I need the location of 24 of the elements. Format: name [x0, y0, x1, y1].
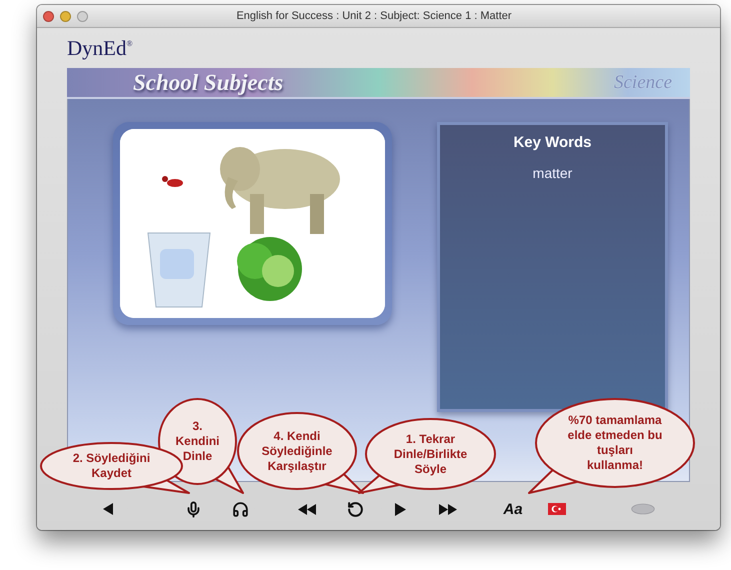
minimize-button[interactable] [60, 10, 71, 22]
key-word: matter [532, 165, 572, 181]
rewind-icon [298, 504, 316, 514]
oval-icon [631, 501, 655, 517]
close-button[interactable] [43, 10, 54, 22]
window-title: English for Success : Unit 2 : Subject: Science 1 : Matter [235, 10, 513, 22]
back-arrow-icon [103, 503, 113, 515]
replay-icon [346, 500, 364, 518]
callout-text: 4. Kendi Söylediğinle Karşılaştır [262, 428, 332, 474]
fast-forward-icon [439, 504, 457, 514]
banner-subject: Science [614, 72, 672, 94]
panel-title: Key Words [513, 134, 592, 151]
language-button[interactable] [545, 501, 569, 517]
play-icon [394, 502, 406, 516]
banner-title: School Subjects [133, 70, 284, 96]
logo: DynEd$^{®}$ [67, 36, 133, 60]
flag-icon [548, 503, 566, 515]
callout-text: 1. Tekrar Dinle/Birlikte Söyle [394, 432, 468, 476]
microphone-icon [184, 500, 202, 518]
font-button[interactable]: Aa [501, 501, 525, 517]
callout-text: 2. Söylediğini Kaydet [72, 451, 150, 481]
headphones-icon [232, 500, 248, 518]
callout-text: 3. Kendini Dinle [176, 419, 220, 464]
callout-text: %70 tamamlama elde etmeden bu tuşları kullanma! [568, 413, 662, 473]
